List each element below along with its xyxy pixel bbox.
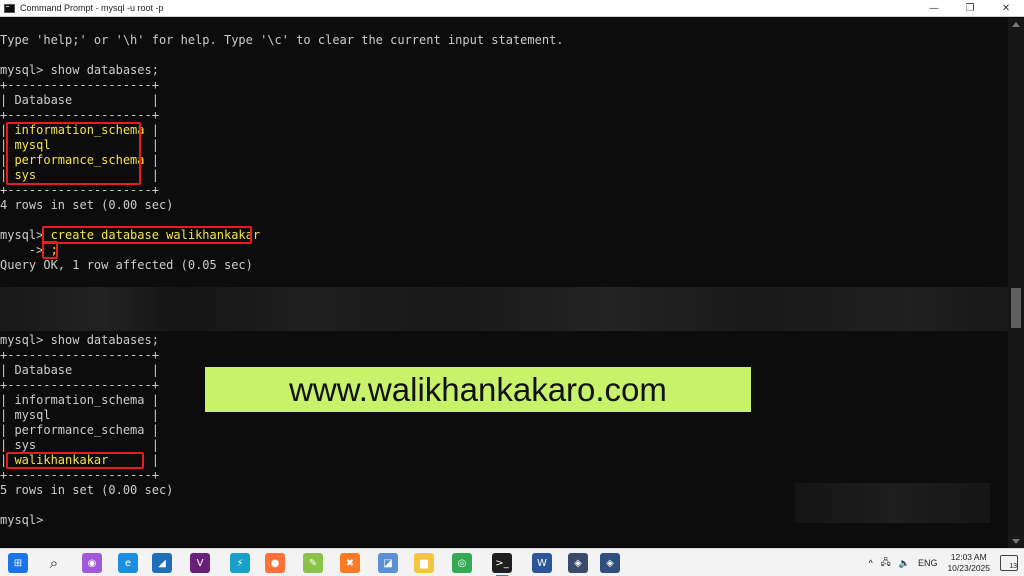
clock-time: 12:03 AM xyxy=(950,552,987,562)
table-row: | mysql | xyxy=(0,408,159,422)
table-border: +--------------------+ xyxy=(0,468,159,482)
table-border: +--------------------+ xyxy=(0,183,159,197)
chrome-icon[interactable]: ◎ xyxy=(452,553,472,573)
command-line: mysql> show databases; xyxy=(0,63,159,78)
help-line: Type 'help;' or '\h' for help. Type '\c'… xyxy=(0,33,564,47)
maximize-button[interactable]: ❐ xyxy=(952,0,988,17)
scroll-up-arrow[interactable] xyxy=(1012,22,1020,27)
copilot-icon[interactable]: ◉ xyxy=(82,553,102,573)
clock-date: 10/23/2025 xyxy=(947,563,990,573)
table-border: +--------------------+ xyxy=(0,348,159,362)
word-icon[interactable]: W xyxy=(532,553,552,573)
table-cell: mysql xyxy=(14,408,51,422)
mysql-workbench-icon[interactable]: ◢ xyxy=(152,553,172,573)
notepad-plus-plus-icon[interactable]: ✎ xyxy=(303,553,323,573)
notification-count: 13 xyxy=(1009,563,1017,570)
vertical-scrollbar[interactable] xyxy=(1008,18,1024,548)
table-header: | Database | xyxy=(0,93,159,107)
result-summary: 4 rows in set (0.00 sec) xyxy=(0,198,174,212)
table-row: | performance_schema | xyxy=(0,423,159,437)
title-bar[interactable]: Command Prompt - mysql -u root -p — ❐ ✕ xyxy=(0,0,1024,17)
watermark-text: www.walikhankakaro.com xyxy=(289,370,667,408)
table-cell: performance_schema xyxy=(14,423,145,437)
windows-start-icon[interactable]: ⊞ xyxy=(8,553,28,573)
table-border: +--------------------+ xyxy=(0,108,159,122)
scrollbar-thumb[interactable] xyxy=(1011,288,1021,328)
table-cell: sys xyxy=(14,438,37,452)
highlight-box xyxy=(6,122,141,185)
minimize-button[interactable]: — xyxy=(916,0,952,17)
table-row: | information_schema | xyxy=(0,393,159,407)
window-title: Command Prompt - mysql -u root -p xyxy=(20,3,164,13)
blurred-region xyxy=(0,287,1008,331)
query-result: Query OK, 1 row affected (0.05 sec) xyxy=(0,258,253,272)
highlight-box xyxy=(42,226,252,244)
prompt: mysql> xyxy=(0,63,51,77)
firefox-icon[interactable]: ● xyxy=(265,553,285,573)
column-header: Database xyxy=(14,93,73,107)
sql-tool-2-icon[interactable]: ◈ xyxy=(600,553,620,573)
table-row: | sys | xyxy=(0,438,159,452)
system-tray: ^ 🖧 🔈 ENG 12:03 AM 10/23/2025 13 xyxy=(864,549,1024,576)
window-controls: — ❐ ✕ xyxy=(916,0,1024,17)
table-cell: information_schema xyxy=(14,393,145,407)
highlight-box xyxy=(6,452,144,469)
volume-icon[interactable]: 🔈 xyxy=(899,558,910,569)
clock[interactable]: 12:03 AM 10/23/2025 xyxy=(947,552,990,574)
prompt: mysql> xyxy=(0,513,51,527)
blurred-region xyxy=(795,483,990,523)
table-border: +--------------------+ xyxy=(0,378,159,392)
notification-icon[interactable]: 13 xyxy=(1000,555,1018,571)
table-header: | Database | xyxy=(0,363,159,377)
command-prompt-icon[interactable]: >_ xyxy=(492,553,512,576)
power-automate-icon[interactable]: ⚡ xyxy=(230,553,250,573)
taskbar: ⊞ ⌕ ◉ e ◢ V ⚡ ● ✎ ✖ ◪ ▆ ◎ >_ W ◈ ◈ ^ 🖧 🔈 ENG 12:03 AM 10… xyxy=(0,548,1024,576)
xampp-icon[interactable]: ✖ xyxy=(340,553,360,573)
file-explorer-icon[interactable]: ▆ xyxy=(414,553,434,573)
command-text: show databases; xyxy=(50,63,159,77)
table-border: +--------------------+ xyxy=(0,78,159,92)
highlight-box xyxy=(42,241,58,259)
prompt: mysql> xyxy=(0,333,51,347)
command-line: mysql> show databases; xyxy=(0,333,159,348)
close-button[interactable]: ✕ xyxy=(988,0,1024,17)
command-text: show databases; xyxy=(50,333,159,347)
network-icon[interactable]: 🖧 xyxy=(881,555,891,571)
command-prompt-icon xyxy=(4,3,15,13)
visual-studio-icon[interactable]: V xyxy=(190,553,210,573)
result-summary: 5 rows in set (0.00 sec) xyxy=(0,483,174,497)
language-indicator[interactable]: ENG xyxy=(918,558,938,568)
sql-tool-icon[interactable]: ◈ xyxy=(568,553,588,573)
show-hidden-icons-button[interactable]: ^ xyxy=(868,558,872,568)
scroll-down-arrow[interactable] xyxy=(1012,539,1020,544)
command-line[interactable]: mysql> xyxy=(0,513,51,528)
tool-icon[interactable]: ◪ xyxy=(378,553,398,573)
search-icon[interactable]: ⌕ xyxy=(44,553,64,573)
console-output[interactable]: Type 'help;' or '\h' for help. Type '\c'… xyxy=(0,18,1008,548)
edge-icon[interactable]: e xyxy=(118,553,138,573)
watermark-banner: www.walikhankakaro.com xyxy=(205,367,751,412)
column-header: Database xyxy=(14,363,73,377)
